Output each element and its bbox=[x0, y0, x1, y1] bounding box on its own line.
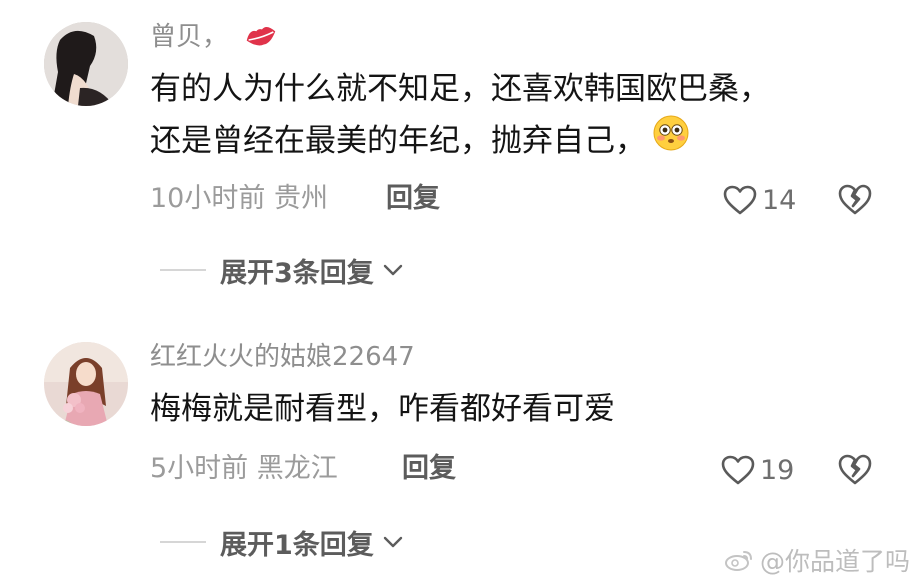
avatar-image bbox=[44, 22, 128, 106]
comment-line-2: 还是曾经在最美的年纪，抛弃自己， bbox=[150, 114, 770, 167]
comment-line: 有的人为什么就不知足，还喜欢韩国欧巴桑， bbox=[150, 71, 770, 107]
expand-replies[interactable]: 展开3条回复 bbox=[160, 251, 404, 290]
broken-heart-icon[interactable] bbox=[836, 452, 874, 490]
watermark: @你品道了吗 bbox=[724, 542, 910, 578]
like-count: 14 bbox=[762, 184, 797, 216]
expand-divider bbox=[160, 269, 206, 271]
time-location: 10小时前 贵州 bbox=[150, 183, 328, 214]
avatar-image bbox=[44, 342, 128, 426]
expand-replies-label[interactable]: 展开1条回复 bbox=[220, 523, 374, 562]
heart-icon bbox=[721, 455, 755, 485]
heart-icon bbox=[723, 185, 757, 215]
reply-button[interactable]: 回复 bbox=[402, 452, 456, 486]
expand-divider bbox=[160, 541, 206, 543]
avatar[interactable] bbox=[44, 22, 128, 106]
broken-heart-icon[interactable] bbox=[836, 182, 874, 220]
chevron-down-icon bbox=[383, 536, 402, 548]
expand-replies-label[interactable]: 展开3条回复 bbox=[220, 251, 374, 290]
watermark-text: @你品道了吗 bbox=[759, 547, 910, 576]
comment-text: 有的人为什么就不知足，还喜欢韩国欧巴桑， 还是曾经在最美的年纪，抛弃自己， bbox=[150, 64, 770, 167]
username[interactable]: 曾贝， bbox=[150, 20, 278, 58]
username-text[interactable]: 曾贝， bbox=[150, 22, 228, 52]
like-count: 19 bbox=[760, 454, 795, 486]
reply-button[interactable]: 回复 bbox=[386, 182, 440, 216]
lips-icon bbox=[244, 23, 278, 58]
comment-line: 还是曾经在最美的年纪，抛弃自己， bbox=[150, 122, 646, 159]
comment-text: 梅梅就是耐看型，咋看都好看可爱 bbox=[150, 384, 615, 434]
flushed-face-icon bbox=[652, 114, 690, 167]
like-button[interactable]: 19 bbox=[720, 450, 794, 490]
comment-line: 梅梅就是耐看型，咋看都好看可爱 bbox=[150, 391, 615, 427]
chevron-down-icon bbox=[383, 264, 402, 276]
weibo-logo-icon bbox=[724, 551, 752, 571]
username[interactable]: 红红火火的姑娘22647 bbox=[150, 340, 415, 374]
time-location: 5小时前 黑龙江 bbox=[150, 453, 338, 484]
avatar[interactable] bbox=[44, 342, 128, 426]
expand-replies[interactable]: 展开1条回复 bbox=[160, 523, 404, 562]
like-button[interactable]: 14 bbox=[722, 180, 796, 220]
